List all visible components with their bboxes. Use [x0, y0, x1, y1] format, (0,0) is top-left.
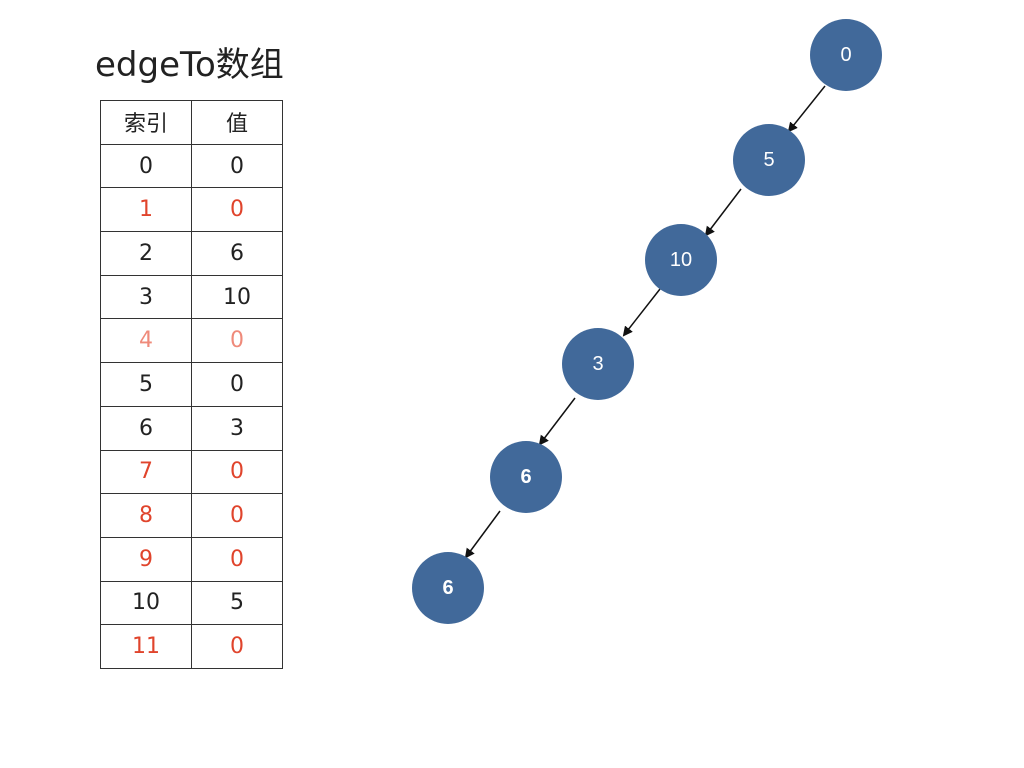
path-node: 6	[490, 441, 562, 513]
node-label: 3	[592, 353, 603, 375]
node-label: 5	[763, 149, 774, 171]
edge-arrow	[538, 397, 576, 446]
path-node: 5	[733, 124, 805, 196]
path-node: 0	[810, 19, 882, 91]
edge-arrow	[464, 510, 501, 559]
path-node: 6	[412, 552, 484, 624]
path-node: 3	[562, 328, 634, 400]
node-label: 0	[840, 44, 851, 66]
path-node: 10	[645, 224, 717, 296]
node-label: 6	[442, 577, 453, 599]
node-label: 6	[520, 466, 531, 488]
edge-arrow	[704, 188, 742, 237]
edge-arrow	[787, 85, 826, 133]
node-label: 10	[670, 249, 692, 271]
path-diagram: 0 5 10 3 6 6	[412, 19, 882, 624]
edge-arrow	[622, 288, 661, 337]
